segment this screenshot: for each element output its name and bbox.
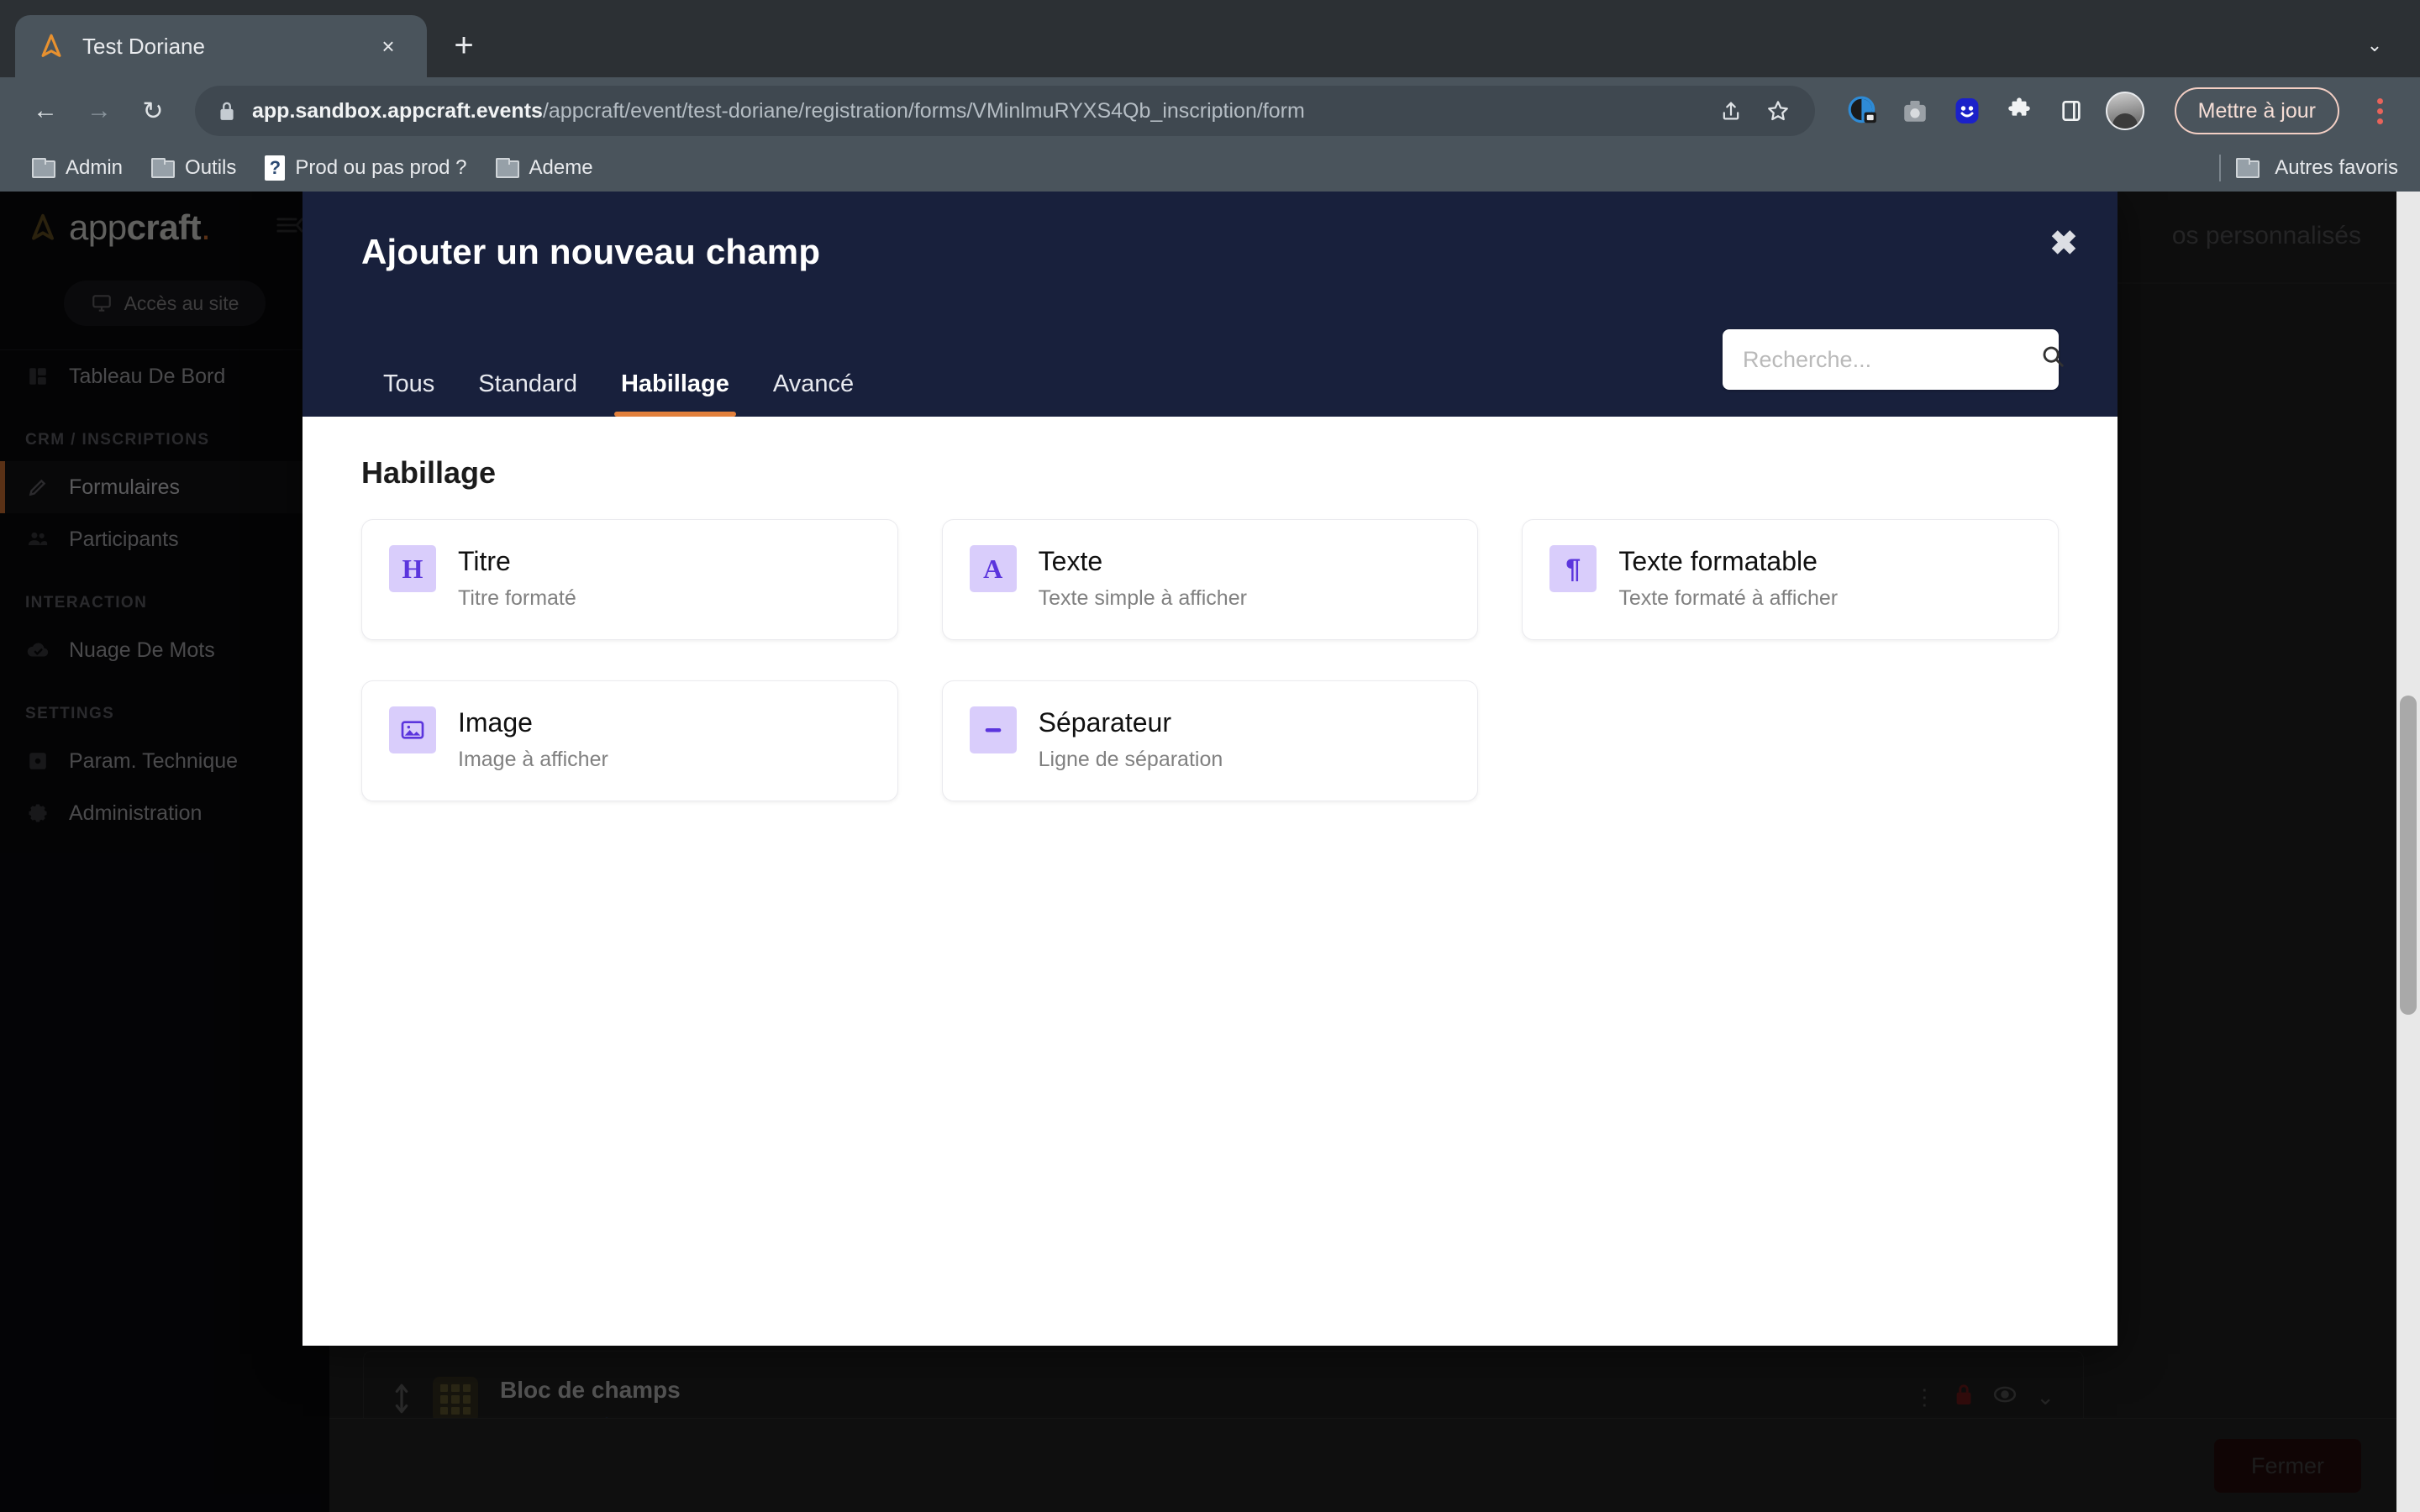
omnibox-actions [1697,94,1795,128]
field-card-title: Titre [458,546,511,576]
field-card-title: Image [458,707,533,738]
field-card-separateur[interactable]: Séparateur Ligne de séparation [941,680,1479,801]
heading-icon: H [389,545,436,592]
folder-icon [2236,158,2260,178]
field-card-image[interactable]: Image Image à afficher [361,680,898,801]
address-bar[interactable]: app.sandbox.appcraft.events/appcraft/eve… [195,86,1815,136]
puzzle-icon[interactable] [2002,93,2037,129]
field-card-text: Texte Texte simple à afficher [1039,545,1247,611]
extension-icons: Mettre à jour [1845,87,2398,134]
field-card-subtitle: Ligne de séparation [1038,748,1223,772]
modal-tabs: Tous Standard Habillage Avancé [361,355,876,417]
modal-title: Ajouter un nouveau champ [361,232,821,271]
tab-tous[interactable]: Tous [361,355,456,417]
field-card-subtitle: Texte simple à afficher [1038,586,1247,611]
bookmark-label: Admin [66,156,124,179]
close-icon[interactable]: ✖ [2040,220,2087,267]
tab-standard[interactable]: Standard [456,355,599,417]
field-card-subtitle: Image à afficher [458,748,608,772]
field-card-title: Texte [1038,546,1103,576]
back-button[interactable]: ← [22,87,69,134]
share-icon[interactable] [1714,94,1748,128]
close-icon[interactable]: × [371,29,405,63]
page-scrollbar[interactable] [2396,192,2420,1512]
add-field-modal: Ajouter un nouveau champ ✖ Tous Standard… [302,192,2118,1346]
bookmark-admin[interactable]: Admin [22,151,133,185]
field-card-text: Séparateur Ligne de séparation [1039,706,1223,772]
browser-tab[interactable]: Test Doriane × [15,15,427,77]
scrollbar-thumb[interactable] [2400,696,2417,1015]
smiley-icon[interactable] [1949,93,1985,129]
tab-avance[interactable]: Avancé [751,355,876,417]
field-card-subtitle: Texte formaté à afficher [1618,586,1839,611]
divider [2219,155,2222,181]
field-card-text: Texte formatable Texte formaté à affiche… [1618,545,1838,611]
screenshot-icon[interactable] [1897,93,1933,129]
text-icon: A [969,545,1017,592]
field-card-subtitle: Titre formaté [458,586,576,611]
search-icon[interactable] [2040,344,2065,375]
url-host: app.sandbox.appcraft.events [252,98,543,123]
forward-button[interactable]: → [76,87,123,134]
group-title: Habillage [361,455,497,490]
field-card-titre[interactable]: H Titre Titre formaté [361,519,898,640]
image-icon [389,706,436,753]
separator-icon [969,706,1017,753]
folder-icon [495,158,519,178]
side-panel-icon[interactable] [2054,93,2089,129]
new-tab-button[interactable]: + [439,20,489,71]
pilcrow-glyph: ¶ [1565,553,1581,584]
field-type-grid: H Titre Titre formaté A Texte Texte simp… [361,519,2059,801]
other-bookmarks-label: Autres favoris [2275,156,2398,179]
bookmarks-bar: Admin Outils ? Prod ou pas prod ? Ademe … [0,144,2420,192]
pilcrow-icon: ¶ [1549,545,1597,592]
browser-toolbar: ← → ↻ app.sandbox.appcraft.events/appcra… [0,77,2420,144]
url-path: /appcraft/event/test-doriane/registratio… [542,98,1305,123]
bookmark-outils[interactable]: Outils [141,151,246,185]
field-card-texte[interactable]: A Texte Texte simple à afficher [941,519,1479,640]
appcraft-logo-icon [37,32,66,60]
folder-icon [151,158,176,178]
text-glyph: A [983,553,1003,584]
field-card-title: Texte formatable [1618,546,1818,576]
folder-icon [32,158,55,178]
question-mark-icon: ? [265,155,286,181]
app-page: appcraft. Accès au site Tableau De Bord [0,192,2420,1512]
tab-title: Test Doriane [82,33,205,59]
url-text: app.sandbox.appcraft.events/appcraft/eve… [252,99,1305,123]
reload-button[interactable]: ↻ [129,87,176,134]
search-box[interactable] [1723,329,2064,390]
bookmark-label: Prod ou pas prod ? [295,156,467,179]
lock-icon [215,100,239,122]
privacy-badger-icon[interactable] [1845,93,1881,129]
bookmark-prod-ou-pas-prod[interactable]: ? Prod ou pas prod ? [255,150,476,186]
other-bookmarks[interactable]: Autres favoris [2219,155,2398,181]
heading-glyph: H [402,553,424,584]
bookmark-ademe[interactable]: Ademe [486,151,603,185]
modal-body: Habillage H Titre Titre formaté A Texte … [302,417,2118,1346]
field-card-text: Image Image à afficher [458,706,608,772]
search-input[interactable] [1743,346,2040,373]
field-card-text: Titre Titre formaté [458,545,576,611]
tab-strip: Test Doriane × + ⌄ [0,0,2420,77]
field-card-title: Séparateur [1038,707,1171,738]
bookmark-label: Ademe [529,156,593,179]
star-icon[interactable] [1761,94,1795,128]
modal-header: Ajouter un nouveau champ ✖ Tous Standard… [302,192,2118,417]
tab-habillage[interactable]: Habillage [599,355,751,417]
update-button[interactable]: Mettre à jour [2174,87,2339,134]
bookmark-label: Outils [185,156,237,179]
browser-window: Test Doriane × + ⌄ ← → ↻ app.sandbox.app… [0,0,2420,1512]
chevron-down-icon[interactable]: ⌄ [2353,24,2396,67]
avatar[interactable] [2105,92,2144,130]
field-card-texte-formatable[interactable]: ¶ Texte formatable Texte formaté à affic… [1522,519,2059,640]
three-dot-menu-icon[interactable] [2361,87,2398,134]
